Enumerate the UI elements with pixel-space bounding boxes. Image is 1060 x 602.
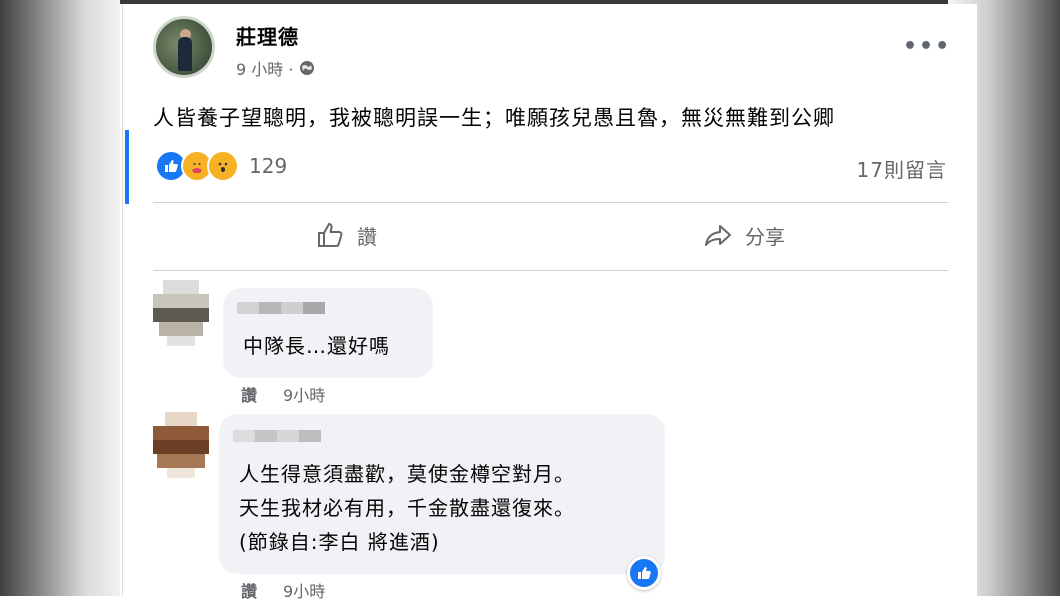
- comment-meta: 讚 9小時: [241, 578, 325, 602]
- like-button-label: 讚: [357, 224, 377, 249]
- comment-bubble: 人生得意須盡歡，莫使金樽空對月。 天生我材必有用，千金散盡還復來。 (節錄自:李…: [219, 414, 665, 574]
- comment-avatar-blurred[interactable]: [153, 280, 209, 346]
- comment-like-link[interactable]: 讚: [241, 578, 257, 602]
- divider-bottom: [153, 270, 948, 271]
- more-dots-icon[interactable]: •••: [903, 34, 951, 59]
- left-background-blur: [0, 0, 120, 596]
- comments-count-link[interactable]: 17則留言: [857, 154, 947, 183]
- comment-text: 中隊長…還好嗎: [243, 334, 390, 358]
- like-button[interactable]: 讚: [315, 220, 377, 250]
- post-text: 人皆養子望聰明，我被聰明誤一生；唯願孩兒愚且魯，無災無難到公卿: [153, 106, 835, 130]
- share-button-label: 分享: [745, 224, 785, 249]
- thumbs-up-icon: [318, 223, 343, 247]
- reaction-count: 129: [249, 154, 288, 178]
- avatar-figure-body: [178, 37, 192, 71]
- commenter-name-blurred[interactable]: [233, 430, 321, 442]
- comment-text-line: 天生我材必有用，千金散盡還復來。: [239, 496, 575, 520]
- comment-like-link[interactable]: 讚: [241, 382, 257, 406]
- post-time[interactable]: 9 小時 ·: [236, 56, 293, 80]
- comment-like-badge-icon[interactable]: [627, 556, 661, 590]
- focus-accent-bar: [125, 130, 129, 204]
- share-arrow-icon: [705, 225, 731, 246]
- comment-text-line: 人生得意須盡歡，莫使金樽空對月。: [239, 462, 575, 486]
- comment-avatar-blurred[interactable]: [153, 412, 209, 478]
- reaction-summary[interactable]: 129: [155, 150, 287, 182]
- comment-text-line: (節錄自:李白 將進酒): [239, 530, 440, 554]
- commenter-name-blurred[interactable]: [237, 302, 325, 314]
- share-button[interactable]: 分享: [703, 220, 785, 250]
- comment-time[interactable]: 9小時: [283, 382, 325, 406]
- author-avatar[interactable]: [153, 16, 215, 78]
- comment-time[interactable]: 9小時: [283, 578, 325, 602]
- wow-reaction-icon: [207, 150, 239, 182]
- post-meta: 9 小時 ·: [236, 56, 315, 80]
- comment-bubble: 中隊長…還好嗎: [223, 288, 433, 378]
- facebook-post-card: 莊理德 9 小時 · ••• 人皆養子望聰明，我被聰明誤一生；唯願孩兒愚且魯，無…: [122, 4, 978, 601]
- comment-meta: 讚 9小時: [241, 382, 325, 406]
- globe-icon: [300, 61, 315, 75]
- author-name[interactable]: 莊理德: [236, 21, 299, 50]
- divider-top: [153, 202, 948, 203]
